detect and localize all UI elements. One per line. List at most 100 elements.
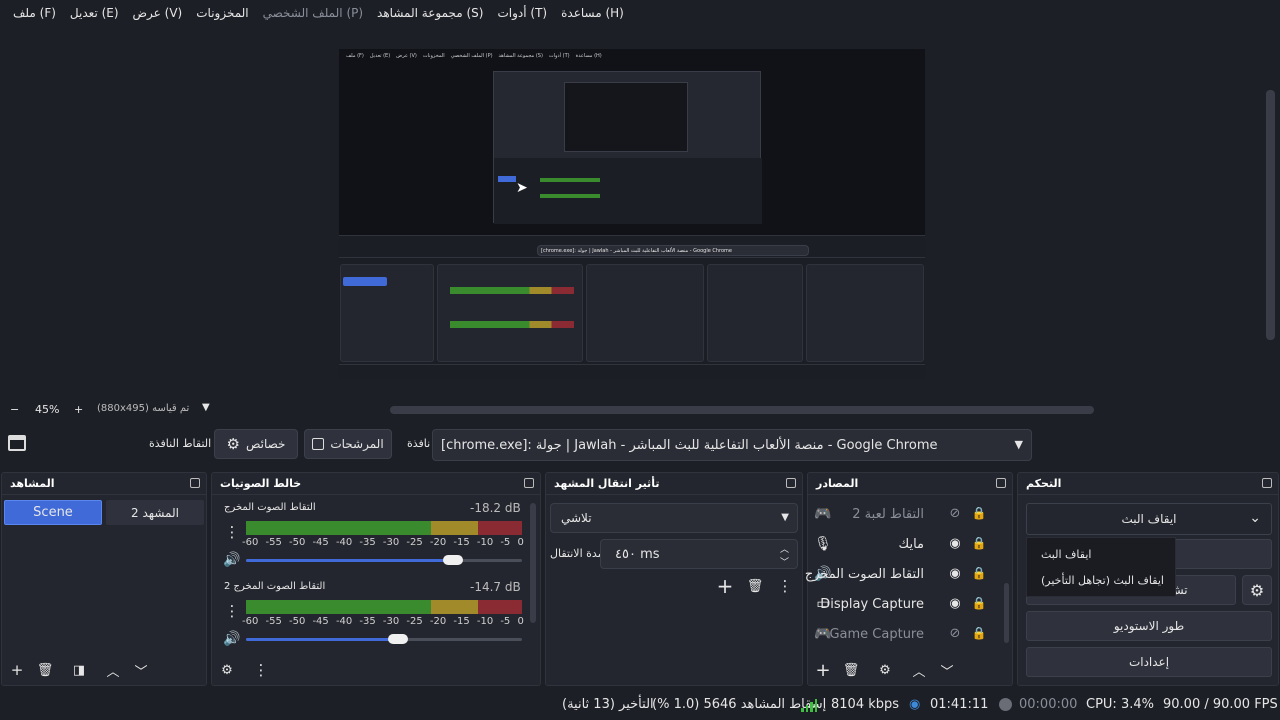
speaker-icon[interactable]: 🔊 [221,628,243,650]
menu-help[interactable]: مساعدة (H) [554,0,631,26]
preview-horizontal-scrollbar[interactable] [390,406,1094,414]
eye-icon[interactable]: ◉ [946,536,964,554]
speaker-icon[interactable]: 🔊 [221,549,243,571]
preview-mini-menu-item: ملف (F) [346,53,364,59]
gear-icon[interactable]: ⚙ [874,659,896,681]
lock-icon[interactable]: 🔒 [970,626,988,644]
chevron-down-icon[interactable]: ﹀ [780,555,789,568]
meter-tick: 0 [517,616,524,627]
lock-icon[interactable]: 🔒 [970,566,988,584]
eye-hidden-icon[interactable]: ⊘ [946,506,964,524]
transition-type-select[interactable]: تلاشي ▼ [550,503,798,533]
studio-mode-button[interactable]: طور الاستوديو [1026,611,1272,641]
properties-button[interactable]: ⚙ خصائص [214,429,298,459]
menu-profile[interactable]: الملف الشخصي (P) [256,0,370,26]
meter-ticks: -60 -55 -50 -45 -40 -35 -30 -25 -20 -15 -10 -5 0 [242,537,524,548]
meter-tick: -40 [335,537,353,548]
meter-tick: -15 [453,537,470,548]
menu-docks[interactable]: المخزونات [189,0,255,26]
eye-hidden-icon[interactable]: ⊘ [946,626,964,644]
undock-icon[interactable] [786,478,796,488]
volume-slider-knob[interactable] [388,634,408,644]
add-icon[interactable]: + [812,659,834,681]
scene-item[interactable]: المشهد 2 [106,500,204,525]
mixer-channel-db: -18.2 dB [470,501,521,515]
zoom-out-button[interactable]: − [10,403,19,416]
status-bar: التأخير (13 ثانية) إسقاط المشاهد 5646 (1… [0,690,1280,720]
controls-dock: التحكم ايقاف البث ⌄ تش ⚙ طور الاستوديو إ… [1017,472,1279,686]
zoom-in-button[interactable]: + [74,403,83,416]
dropdown-item[interactable]: ايقاف البث [1041,548,1091,561]
preview-mini-menu-item: مجموعة المشاهد (S) [498,53,543,59]
chevron-down-icon[interactable]: ﹀ [936,659,958,681]
undock-icon[interactable] [996,478,1006,488]
preview-mini-menu-item: تعديل (E) [369,53,391,59]
dropdown-item[interactable]: ايقاف البث (تجاهل التأخير) [1041,574,1164,587]
source-item[interactable]: 🔊 التقاط الصوت المخرج ◉ 🔒 [805,560,998,590]
undock-icon[interactable] [524,478,534,488]
trash-icon[interactable]: 🗑 [34,659,56,681]
mixer-scrollbar[interactable] [530,503,536,623]
eye-icon[interactable]: ◉ [946,566,964,584]
lock-icon[interactable]: 🔒 [970,506,988,524]
menu-edit[interactable]: تعديل (E) [63,0,126,26]
gear-icon[interactable]: ⚙ [1242,575,1272,605]
lock-icon[interactable]: 🔒 [970,536,988,554]
more-options-icon[interactable]: ⋮ [221,600,243,622]
sources-scrollbar[interactable] [1004,583,1009,643]
chevron-down-icon[interactable]: ▼ [202,402,210,413]
meter-tick: -30 [382,616,400,627]
signal-bars-icon [801,698,817,712]
controls-dock-title: التحكم [1018,473,1278,495]
lock-icon[interactable]: 🔒 [970,596,988,614]
stop-stream-button[interactable]: ايقاف البث ⌄ [1026,503,1272,535]
filters-button[interactable]: المرشحات [304,429,392,459]
eye-icon[interactable]: ◉ [946,596,964,614]
chevron-up-icon[interactable]: ︿ [102,659,124,681]
menu-view[interactable]: عرض (V) [126,0,190,26]
record-icon [999,698,1012,711]
source-item[interactable]: ▭ Display Capture ◉ 🔒 [808,590,998,620]
properties-label: خصائص [245,437,286,451]
menu-tools[interactable]: أدوات (T) [490,0,554,26]
more-options-icon[interactable]: ⋮ [221,521,243,543]
more-options-icon[interactable]: ⋮ [774,575,796,597]
undock-icon[interactable] [190,478,200,488]
preview-nested-window: ➤ [493,71,762,224]
settings-button[interactable]: إعدادات [1026,647,1272,677]
zoom-size-label: (880x495) تم قياسه [97,403,190,414]
transition-duration-spinbox[interactable]: ٤٥٠ ms ︿ ﹀ [600,539,798,569]
add-icon[interactable]: + [6,659,28,681]
chevron-down-icon[interactable]: ⌄ [1249,510,1261,526]
menu-scene-collection[interactable]: مجموعة المشاهد (S) [370,0,490,26]
menu-bar: ملف (F) تعديل (E) عرض (V) المخزونات المل… [0,0,1280,26]
undock-icon[interactable] [1262,478,1272,488]
add-icon[interactable]: + [714,574,736,598]
scene-item[interactable]: Scene [4,500,102,525]
meter-tick: -35 [359,616,376,627]
preview-mini-menu-item: المخزونات [422,53,445,59]
preview-nested-scenes [340,264,434,362]
trash-icon[interactable]: 🗑 [744,575,766,597]
chevron-up-icon[interactable]: ︿ [780,542,789,555]
trash-icon[interactable]: 🗑 [840,659,862,681]
source-item-label: التقاط لعبة 2 [852,507,924,522]
filter-icon[interactable]: ◨ [68,659,90,681]
gamepad-icon: 🎮 [814,506,832,522]
preview-vertical-scrollbar[interactable] [1266,90,1275,340]
preview-canvas[interactable]: ملف (F) تعديل (E) عرض (V) المخزونات المل… [339,49,925,379]
preview-nested-meter [450,287,574,294]
source-item[interactable]: 🎮 Game Capture ⊘ 🔒 [808,620,998,650]
mixer-settings-icon[interactable]: ⚙ [216,659,238,681]
volume-slider-knob[interactable] [443,555,463,565]
source-item[interactable]: 🎮 التقاط لعبة 2 ⊘ 🔒 [808,500,998,530]
source-item[interactable]: 🎙 مايك ◉ 🔒 [808,530,998,560]
obs-window: ملف (F) تعديل (E) عرض (V) المخزونات المل… [0,0,1280,720]
scenes-dock: المشاهد Scene المشهد 2 + 🗑 ◨ ︿ ﹀ [1,472,207,686]
more-options-icon[interactable]: ⋮ [250,659,272,681]
menu-file[interactable]: ملف (F) [6,0,63,26]
stop-stream-dropdown-menu: ايقاف البث ايقاف البث (تجاهل التأخير) [1026,537,1176,597]
chevron-down-icon[interactable]: ﹀ [130,659,152,681]
chevron-up-icon[interactable]: ︿ [908,659,930,681]
window-select[interactable]: [chrome.exe]: جولة | Jawlah - منصة الألع… [432,429,1032,461]
